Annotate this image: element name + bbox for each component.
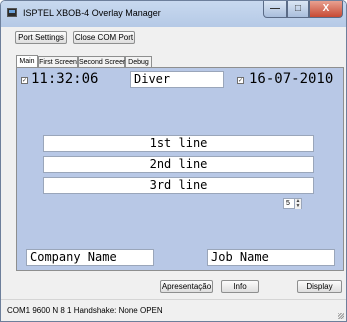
app-icon [7, 8, 17, 17]
close-com-port-button[interactable]: Close COM Port [73, 31, 135, 44]
stepper-value: 5 [286, 200, 290, 207]
info-button[interactable]: Info [221, 280, 259, 293]
line-3-field[interactable]: 3rd line [43, 177, 314, 194]
date-checkbox[interactable]: ✓ [237, 77, 244, 84]
line-2-field[interactable]: 2nd line [43, 156, 314, 173]
close-button[interactable]: X [309, 1, 343, 18]
line-count-stepper[interactable]: 5 ▲ ▼ [283, 198, 302, 209]
company-name-field[interactable]: Company Name [26, 249, 154, 266]
date-display: 16-07-2010 [249, 71, 334, 87]
app-window: ISPTEL XBOB-4 Overlay Manager — □ X Port… [0, 0, 347, 322]
display-button[interactable]: Display [297, 280, 342, 293]
diver-field[interactable]: Diver [130, 71, 224, 88]
status-text: COM1 9600 N 8 1 Handshake: None OPEN [7, 306, 163, 315]
time-display: 11:32:06 [31, 71, 99, 87]
window-title: ISPTEL XBOB-4 Overlay Manager [23, 8, 161, 18]
minimize-button[interactable]: — [263, 1, 287, 18]
port-settings-button[interactable]: Port Settings [15, 31, 67, 44]
stepper-down-icon[interactable]: ▼ [294, 204, 301, 209]
apresentacao-button[interactable]: Apresentação [160, 280, 213, 293]
job-name-field[interactable]: Job Name [207, 249, 335, 266]
resize-grip-icon[interactable] [338, 313, 344, 319]
time-checkbox[interactable]: ✓ [21, 77, 28, 84]
line-1-field[interactable]: 1st line [43, 135, 314, 152]
main-panel: ✓ 11:32:06 Diver ✓ 16-07-2010 1st line 2… [16, 67, 344, 271]
status-bar: COM1 9600 N 8 1 Handshake: None OPEN [1, 299, 346, 321]
maximize-button[interactable]: □ [287, 1, 309, 18]
title-bar[interactable]: ISPTEL XBOB-4 Overlay Manager — □ X [1, 1, 346, 27]
